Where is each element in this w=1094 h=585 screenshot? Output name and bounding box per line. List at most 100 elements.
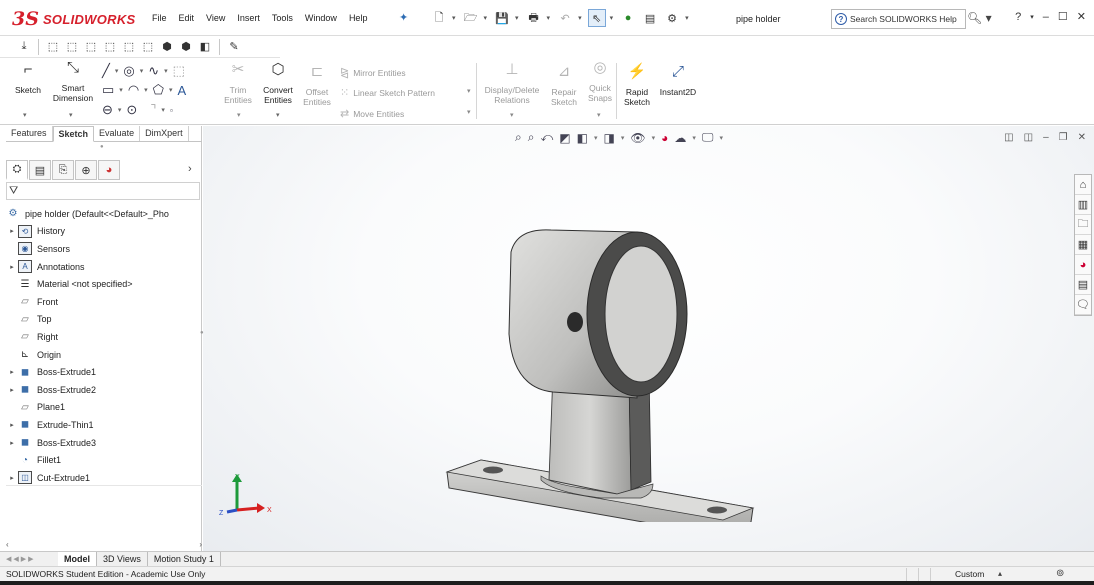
expand-chevron-icon[interactable]: ▸ bbox=[6, 421, 18, 429]
chevron-down-icon[interactable]: ▾ bbox=[237, 111, 241, 119]
trim-entities-button[interactable]: ✂ Trim Entities bbox=[221, 62, 255, 105]
tab-3d-views[interactable]: 3D Views bbox=[97, 551, 148, 567]
undo-icon[interactable]: ↶ bbox=[556, 9, 574, 27]
chevron-right-icon[interactable]: › bbox=[199, 540, 202, 549]
rectangle-icon[interactable]: ▭ bbox=[102, 82, 114, 98]
split-view-icon[interactable]: ◫ bbox=[1024, 132, 1033, 143]
zoom-to-fit-icon[interactable]: ⌕ bbox=[515, 130, 522, 145]
tree-item[interactable]: ▸ ◼ Extrude-Thin1 bbox=[6, 416, 202, 434]
chevron-down-icon[interactable]: ▾ bbox=[69, 111, 73, 119]
chevron-right-icon[interactable]: › bbox=[188, 163, 192, 175]
text-icon[interactable]: A bbox=[178, 83, 187, 98]
search-help-input[interactable]: ? Search SOLIDWORKS Help bbox=[831, 9, 966, 29]
menu-edit[interactable]: Edit bbox=[173, 13, 201, 23]
section-view-icon[interactable]: ◩ bbox=[559, 131, 570, 145]
slot-icon[interactable]: ⊖ bbox=[102, 102, 113, 118]
chevron-down-icon[interactable]: ▾ bbox=[719, 134, 723, 142]
previous-view-icon[interactable]: ⤺ bbox=[540, 130, 553, 145]
unit-system[interactable]: Custom bbox=[955, 569, 984, 579]
search-icon[interactable]: 🔍︎ ▾ bbox=[967, 11, 992, 25]
menu-window[interactable]: Window bbox=[299, 13, 343, 23]
tree-item[interactable]: ▸ ◼ Boss-Extrude2 bbox=[6, 381, 202, 399]
chevron-down-icon[interactable]: ▾ bbox=[510, 111, 514, 119]
forum-icon[interactable]: 🗨 bbox=[1075, 295, 1091, 315]
linear-sketch-pattern-button[interactable]: ⁙ Linear Sketch Pattern bbox=[340, 86, 435, 99]
chevron-down-icon[interactable]: ▾ bbox=[692, 134, 696, 142]
display-style-icon[interactable]: ◨ bbox=[604, 131, 615, 145]
hide-show-icon[interactable]: 👁 bbox=[630, 131, 645, 145]
tab-features[interactable]: Features bbox=[6, 126, 53, 141]
arc-icon[interactable]: ◠ bbox=[128, 82, 139, 98]
custom-properties-icon[interactable]: ▤ bbox=[1075, 275, 1091, 295]
file-explorer-icon[interactable]: 🗀 bbox=[1075, 215, 1091, 235]
circle-icon[interactable]: ◎ bbox=[123, 63, 134, 79]
tree-item[interactable]: ▸ ◫ Cut-Extrude1 bbox=[6, 469, 202, 487]
menu-tools[interactable]: Tools bbox=[266, 13, 299, 23]
chevron-down-icon[interactable]: ▾ bbox=[515, 14, 519, 22]
tree-item[interactable]: ◔ Fillet1 bbox=[6, 451, 202, 469]
splitter-grip[interactable]: ● bbox=[100, 144, 104, 150]
tree-horizontal-scrollbar[interactable]: ‹ › bbox=[6, 540, 202, 549]
mirror-entities-button[interactable]: ⧎ Mirror Entities bbox=[340, 66, 406, 79]
print-icon[interactable]: 🖶 bbox=[525, 9, 543, 27]
expand-chevron-icon[interactable]: ▸ bbox=[6, 386, 18, 394]
dimxpert-manager-tab-icon[interactable]: ⊕ bbox=[75, 160, 97, 180]
chevron-down-icon[interactable]: ▾ bbox=[652, 134, 656, 142]
view-box-icon[interactable]: ⬚ bbox=[102, 39, 118, 55]
expand-chevron-icon[interactable]: ▸ bbox=[6, 439, 18, 447]
close-icon[interactable]: ✕ bbox=[1078, 132, 1086, 143]
shaded-cube-icon[interactable]: ⬢ bbox=[159, 39, 175, 55]
configuration-manager-tab-icon[interactable]: ⎘ bbox=[52, 160, 74, 180]
point-icon[interactable]: ⊙ bbox=[126, 102, 137, 118]
menu-insert[interactable]: Insert bbox=[231, 13, 266, 23]
plane-small-icon[interactable]: ▫ bbox=[170, 106, 173, 115]
tab-navigation-arrows[interactable]: ◀◀▶▶ bbox=[0, 555, 58, 563]
view-box-icon[interactable]: ⬚ bbox=[140, 39, 156, 55]
expand-chevron-icon[interactable]: ▸ bbox=[6, 474, 18, 482]
chevron-down-icon[interactable]: ▾ bbox=[276, 111, 280, 119]
graphics-area[interactable]: ⌕ ⌕ ⤺ ◩ ◧ ▾ ◨ ▾ 👁 ▾ ◕ ☁ ▾ 🖵 ▾ ◫ ◫ – ❐ ✕ ⌂ ▥ 🗀… bbox=[203, 126, 1094, 551]
apply-scene-icon[interactable]: ☁ bbox=[674, 131, 686, 145]
tab-model[interactable]: Model bbox=[58, 551, 97, 567]
chevron-down-icon[interactable]: ▾ bbox=[621, 134, 625, 142]
chevron-up-icon[interactable]: ▴ bbox=[998, 569, 1002, 578]
view-palette-icon[interactable]: ▦ bbox=[1075, 235, 1091, 255]
tree-item[interactable]: ▸ ◼ Boss-Extrude3 bbox=[6, 434, 202, 452]
select-cursor-icon[interactable]: ⇖ bbox=[587, 9, 606, 27]
tree-item[interactable]: ▱ Top bbox=[6, 311, 202, 329]
offset-entities-button[interactable]: ⊏ Offset Entities bbox=[300, 64, 334, 107]
close-icon[interactable]: ✕ bbox=[1077, 10, 1086, 23]
pencil-icon[interactable]: ✎ bbox=[226, 39, 242, 55]
tree-item[interactable]: ▱ Front bbox=[6, 293, 202, 311]
expand-chevron-icon[interactable]: ▸ bbox=[6, 263, 18, 271]
tab-sketch[interactable]: Sketch bbox=[52, 126, 95, 142]
quick-snaps-button[interactable]: ◎ Quick Snaps bbox=[584, 60, 616, 103]
convert-entities-button[interactable]: ⬡ Convert Entities bbox=[258, 62, 298, 105]
tree-item[interactable]: ▱ Right bbox=[6, 328, 202, 346]
pin-icon[interactable]: ✦ bbox=[399, 11, 408, 24]
help-icon[interactable]: ? bbox=[1015, 11, 1021, 23]
expand-chevron-icon[interactable]: ▸ bbox=[6, 227, 18, 235]
menu-help[interactable]: Help bbox=[343, 13, 374, 23]
feature-manager-tab-icon[interactable]: ⛭ bbox=[6, 160, 28, 180]
chevron-down-icon[interactable]: ▾ bbox=[597, 111, 601, 119]
expand-chevron-icon[interactable]: ▸ bbox=[6, 368, 18, 376]
maximize-icon[interactable]: ☐ bbox=[1058, 10, 1068, 23]
chevron-down-icon[interactable]: ▾ bbox=[452, 14, 456, 22]
move-entities-button[interactable]: ⇄ Move Entities bbox=[340, 107, 404, 120]
tree-item[interactable]: ☰ Material <not specified> bbox=[6, 275, 202, 293]
view-box-icon[interactable]: ⬚ bbox=[121, 39, 137, 55]
tree-root-part[interactable]: ⚙ pipe holder (Default<<Default>_Pho bbox=[6, 205, 202, 223]
appearances-icon[interactable]: ◕ bbox=[1075, 255, 1091, 275]
chevron-down-icon[interactable]: ▾ bbox=[467, 108, 471, 116]
pipe-holder-model[interactable] bbox=[441, 222, 771, 522]
tree-item[interactable]: ⊾ Origin bbox=[6, 346, 202, 364]
rapid-sketch-button[interactable]: ⚡ Rapid Sketch bbox=[620, 64, 654, 107]
tree-item[interactable]: ▸ ◼ Boss-Extrude1 bbox=[6, 363, 202, 381]
view-box-icon[interactable]: ⬚ bbox=[45, 39, 61, 55]
rebuild-status-icon[interactable]: ⊚ bbox=[1056, 568, 1064, 579]
spline-icon[interactable]: ∿ bbox=[148, 63, 159, 79]
tab-motion-study-1[interactable]: Motion Study 1 bbox=[148, 551, 221, 567]
tree-item[interactable]: ▸ ⟲ History bbox=[6, 223, 202, 241]
menu-file[interactable]: File bbox=[146, 13, 173, 23]
